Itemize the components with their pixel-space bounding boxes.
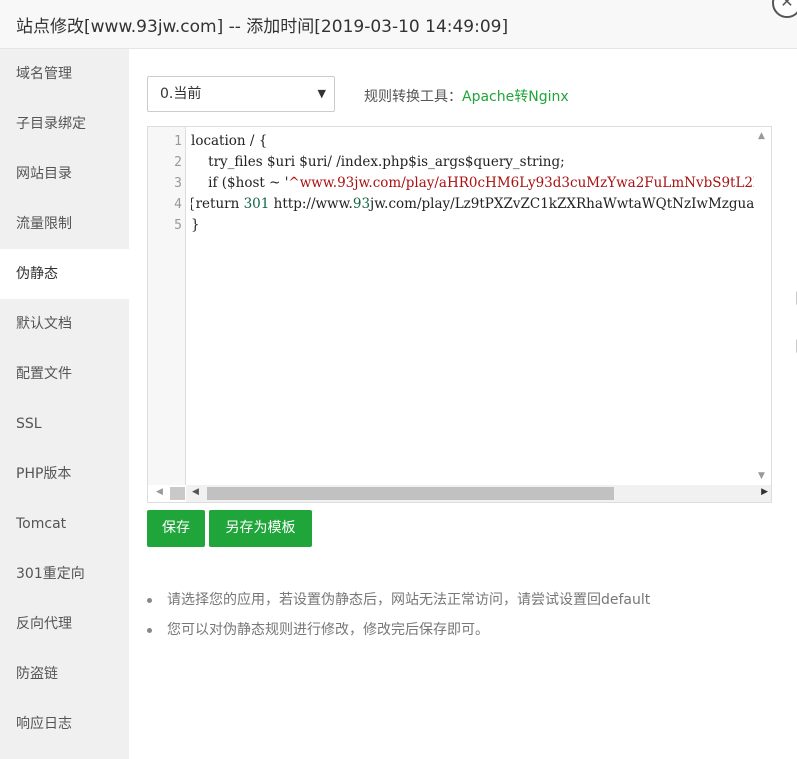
rewrite-template-select[interactable]: 0.当前 ▼	[147, 76, 335, 112]
sidebar-item-tomcat[interactable]: Tomcat	[0, 499, 129, 549]
sidebar-item-default-doc[interactable]: 默认文档	[0, 299, 129, 349]
apache-to-nginx-link[interactable]: Apache转Nginx	[462, 89, 569, 105]
horizontal-scrollbar[interactable]: ◀ ▶	[186, 485, 771, 502]
code-text: if ($host ~ '	[191, 175, 289, 191]
code-string: ^www.93jw.com/play/aHR0cHM6Ly93d3cuMzYwa…	[288, 175, 756, 191]
dialog-header: 站点修改[www.93jw.com] -- 添加时间[2019-03-10 14…	[0, 0, 797, 49]
sidebar-item-rewrite[interactable]: 伪静态	[0, 249, 129, 299]
caret-down-icon: ▼	[317, 87, 326, 100]
code-text: http://www.	[269, 196, 353, 212]
bullet-icon	[147, 598, 152, 603]
sidebar-item-traffic-limit[interactable]: 流量限制	[0, 199, 129, 249]
code-number: 93	[352, 196, 371, 212]
tip-text: 您可以对伪静态规则进行修改，修改完后保存即可。	[167, 622, 489, 638]
line-number: 5	[174, 218, 182, 233]
converter-tool: 规则转换工具：Apache转Nginx	[364, 86, 569, 106]
vertical-scrollbar[interactable]: ▲ ▼	[754, 127, 771, 485]
bullet-icon	[147, 628, 152, 633]
code-text: {return	[191, 196, 244, 212]
sidebar-item-domain[interactable]: 域名管理	[0, 49, 129, 99]
sidebar-item-subdirectory[interactable]: 子目录绑定	[0, 99, 129, 149]
tips-list: 请选择您的应用，若设置伪静态后，网站无法正常访问，请尝试设置回default 您…	[147, 589, 650, 649]
line-number: 1	[174, 134, 182, 149]
scroll-up-icon[interactable]: ▲	[758, 131, 765, 141]
sidebar-item-reverse-proxy[interactable]: 反向代理	[0, 599, 129, 649]
code-line: }	[191, 217, 200, 233]
select-value: 0.当前	[160, 86, 202, 102]
tip-item: 您可以对伪静态规则进行修改，修改完后保存即可。	[147, 619, 650, 649]
sidebar-item-hotlink-protection[interactable]: 防盗链	[0, 649, 129, 699]
horizontal-scroll-thumb[interactable]	[207, 487, 614, 500]
rewrite-panel: 0.当前 ▼ 规则转换工具：Apache转Nginx 1 2 3 4 5 loc…	[129, 49, 797, 759]
save-as-template-button[interactable]: 另存为模板	[209, 510, 312, 547]
line-number: 3	[174, 176, 182, 191]
site-edit-dialog: 站点修改[www.93jw.com] -- 添加时间[2019-03-10 14…	[0, 0, 797, 759]
scroll-left-icon[interactable]: ◀	[192, 487, 199, 497]
gutter-scroll-thumb[interactable]	[170, 487, 185, 500]
line-number: 4	[174, 197, 182, 212]
code-area[interactable]: location / { try_files $uri $uri/ /index…	[191, 127, 756, 477]
sidebar-item-site-directory[interactable]: 网站目录	[0, 149, 129, 199]
code-line: if ($host ~ '^www.93jw.com/play/aHR0cHM6…	[191, 175, 756, 191]
code-text: jw.com/play/Lz9tPXZvZC1kZXRhaWwtaWQtNzIw…	[370, 196, 756, 212]
dialog-title: 站点修改[www.93jw.com] -- 添加时间[2019-03-10 14…	[16, 17, 509, 37]
line-number: 2	[174, 155, 182, 170]
code-line: {return 301 http://www.93jw.com/play/Lz9…	[191, 196, 756, 212]
code-line: location / {	[191, 133, 268, 149]
code-line: try_files $uri $uri/ /index.php$is_args$…	[191, 154, 565, 170]
sidebar-item-config-file[interactable]: 配置文件	[0, 349, 129, 399]
code-number: 301	[243, 196, 270, 212]
gutter-scrollbar[interactable]: ◀	[148, 485, 186, 502]
sidebar-item-redirect-301[interactable]: 301重定向	[0, 549, 129, 599]
tip-item: 请选择您的应用，若设置伪静态后，网站无法正常访问，请尝试设置回default	[147, 589, 650, 619]
background-edge-fragment: ▕	[789, 292, 797, 305]
background-edge-fragment: ▕	[789, 340, 797, 353]
line-number-gutter: 1 2 3 4 5	[148, 127, 186, 502]
scroll-left-icon[interactable]: ◀	[156, 487, 163, 497]
converter-label: 规则转换工具：	[364, 89, 462, 105]
scroll-down-icon[interactable]: ▼	[758, 471, 765, 481]
save-button[interactable]: 保存	[147, 510, 205, 547]
sidebar-item-php-version[interactable]: PHP版本	[0, 449, 129, 499]
scroll-right-icon[interactable]: ▶	[761, 487, 768, 497]
rewrite-code-editor[interactable]: 1 2 3 4 5 location / { try_files $uri $u…	[147, 126, 772, 503]
sidebar-item-access-log[interactable]: 响应日志	[0, 699, 129, 749]
tip-text: 请选择您的应用，若设置伪静态后，网站无法正常访问，请尝试设置回default	[167, 592, 651, 608]
sidebar: 域名管理 子目录绑定 网站目录 流量限制 伪静态 默认文档 配置文件 SSL P…	[0, 49, 129, 759]
sidebar-item-ssl[interactable]: SSL	[0, 399, 129, 449]
